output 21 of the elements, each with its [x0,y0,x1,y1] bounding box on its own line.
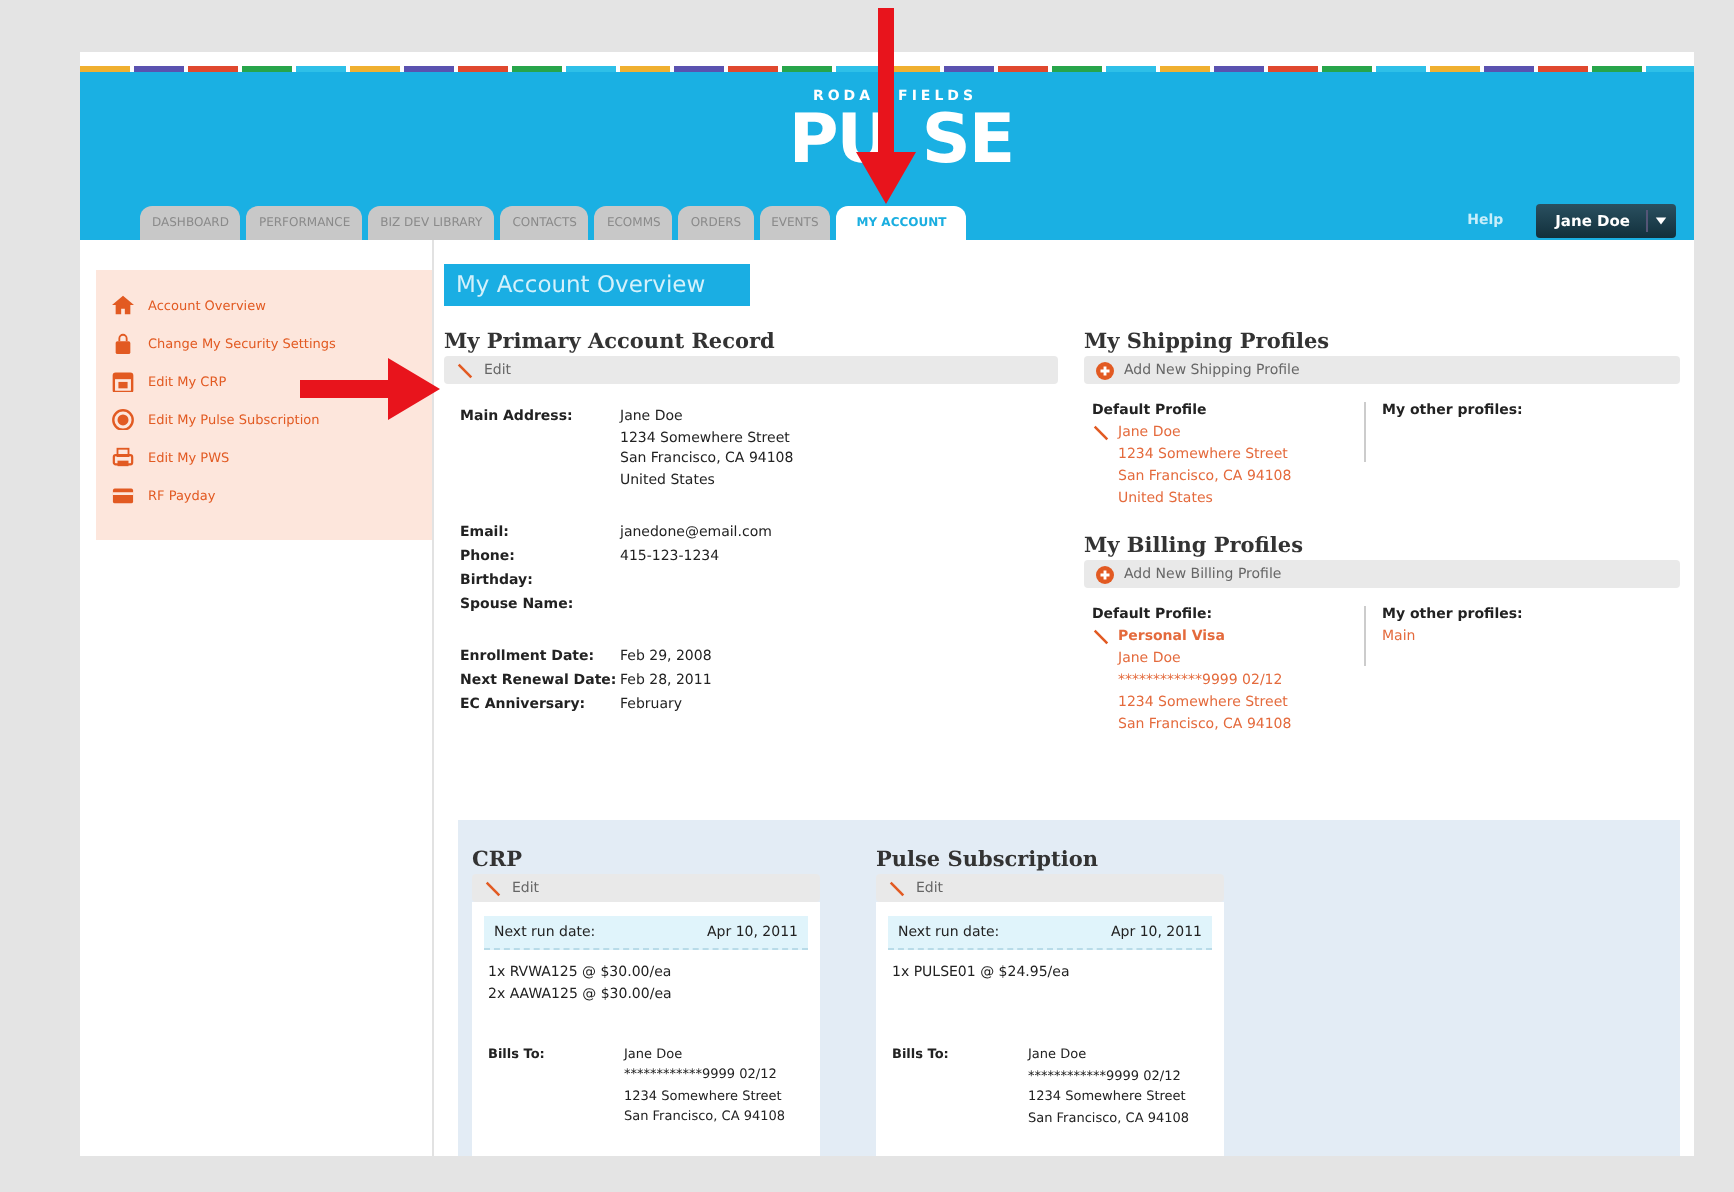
pencil-icon [888,879,906,897]
calendar-icon [112,370,134,392]
printer-icon [112,446,134,468]
logo-text: SE [921,104,1014,176]
pencil-icon [484,879,502,897]
plus-icon [1096,565,1114,583]
section-heading: My Primary Account Record [444,330,777,354]
pencil-icon [1092,628,1110,646]
pencil-icon [456,361,474,379]
section-heading: My Shipping Profiles [1084,330,1332,354]
circle-icon [112,408,134,430]
card-heading: Pulse Subscription [876,848,1100,872]
lock-icon [112,332,134,354]
home-icon [112,294,134,316]
card-icon [112,484,134,506]
card-heading: CRP [472,848,524,872]
plus-icon [1096,361,1114,379]
pencil-icon [1092,424,1110,442]
page-title: My Account Overview [444,264,750,306]
section-heading: My Billing Profiles [1084,534,1305,558]
caret-icon [1654,214,1668,228]
